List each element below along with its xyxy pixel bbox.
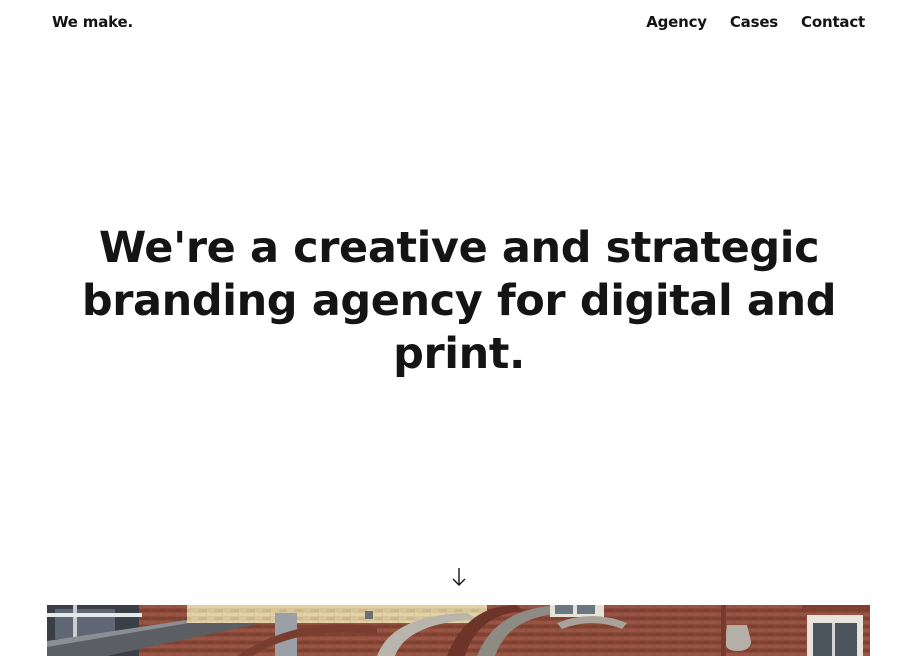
nav-item-agency[interactable]: Agency — [646, 13, 707, 31]
nav-item-contact[interactable]: Contact — [801, 13, 865, 31]
hero-section: We're a creative and strategic branding … — [60, 222, 858, 381]
hero-headline: We're a creative and strategic branding … — [81, 223, 837, 379]
hero-photo — [47, 605, 870, 656]
site-header: We make. Agency Cases Contact — [0, 0, 918, 46]
logo[interactable]: We make. — [52, 13, 133, 31]
page: We make. Agency Cases Contact We're a cr… — [0, 0, 918, 656]
nav-item-cases[interactable]: Cases — [730, 13, 778, 31]
main-nav: Agency Cases Contact — [646, 13, 865, 31]
arrow-down-icon[interactable] — [449, 566, 469, 588]
